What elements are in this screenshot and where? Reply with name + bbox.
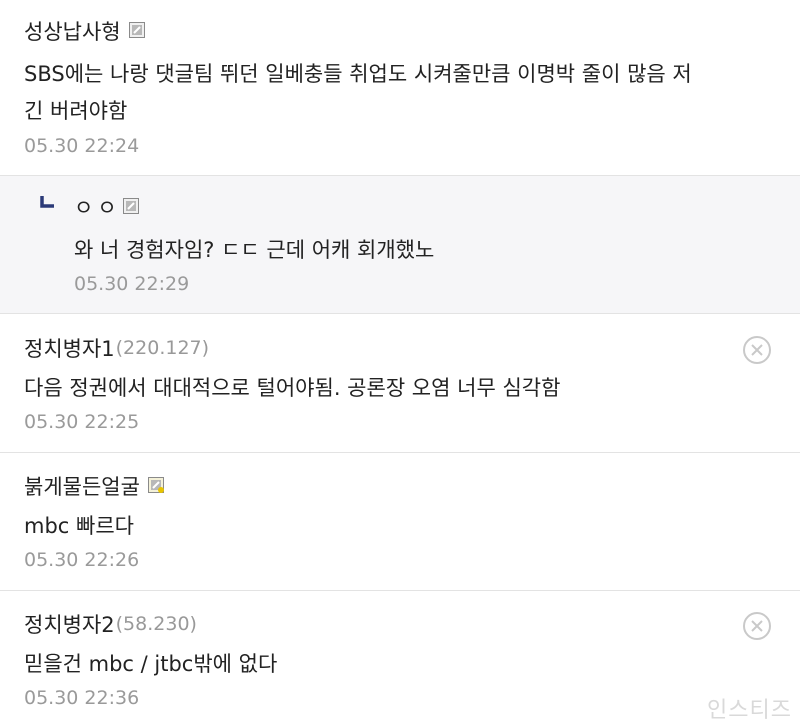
gray-level-icon bbox=[122, 198, 139, 214]
author-name[interactable]: 정치병자2 bbox=[24, 609, 115, 639]
comment-time: 05.30 22:25 bbox=[24, 411, 140, 433]
comment-item: 붉게물든얼굴 mbc 빠르다 05.30 22:26 bbox=[0, 453, 800, 591]
reply-text: 와 너 경험자임? ㄷㄷ 근데 어캐 회개했노 bbox=[74, 238, 435, 262]
comment-text: 믿을건 mbc / jtbc밖에 없다 bbox=[24, 652, 278, 676]
delete-icon[interactable] bbox=[742, 611, 772, 641]
author-name[interactable]: 정치병자1 bbox=[24, 333, 115, 363]
comment-text: SBS에는 나랑 댓글팀 뛰던 일베충들 취업도 시켜줄만큼 이명박 줄이 많음… bbox=[24, 62, 692, 123]
author-name[interactable]: 붉게물든얼굴 bbox=[24, 471, 140, 501]
comment-author[interactable]: 정치병자1 (220.127) bbox=[24, 333, 209, 363]
reply-arrow-icon bbox=[40, 196, 54, 208]
comment-text: mbc 빠르다 bbox=[24, 514, 134, 538]
author-ip: (220.127) bbox=[115, 337, 210, 359]
gray-level-icon bbox=[128, 22, 145, 38]
yellow-level-icon bbox=[147, 477, 164, 493]
comment-item: 정치병자2 (58.230) 믿을건 mbc / jtbc밖에 없다 05.30… bbox=[0, 591, 800, 728]
delete-icon[interactable] bbox=[742, 335, 772, 365]
reply-author[interactable]: ㅇㅇ bbox=[74, 192, 139, 222]
author-ip: (58.230) bbox=[115, 613, 197, 635]
comment-item: 정치병자1 (220.127) 다음 정권에서 대대적으로 털어야됨. 공론장 … bbox=[0, 315, 800, 453]
comment-item: 성상납사형 SBS에는 나랑 댓글팀 뛰던 일베충들 취업도 시켜줄만큼 이명박… bbox=[0, 0, 800, 176]
comment-author[interactable]: 붉게물든얼굴 bbox=[24, 471, 164, 501]
comment-author[interactable]: 정치병자2 (58.230) bbox=[24, 609, 197, 639]
comment-time: 05.30 22:24 bbox=[24, 135, 140, 157]
comment-time: 05.30 22:36 bbox=[24, 687, 140, 709]
comment-author[interactable]: 성상납사형 bbox=[24, 16, 145, 46]
author-name[interactable]: 성상납사형 bbox=[24, 16, 121, 46]
reply-time: 05.30 22:29 bbox=[74, 273, 190, 295]
watermark: 인스티즈 bbox=[707, 698, 792, 723]
author-name[interactable]: ㅇㅇ bbox=[74, 192, 121, 222]
comment-time: 05.30 22:26 bbox=[24, 549, 140, 571]
comment-text: 다음 정권에서 대대적으로 털어야됨. 공론장 오염 너무 심각함 bbox=[24, 376, 561, 400]
